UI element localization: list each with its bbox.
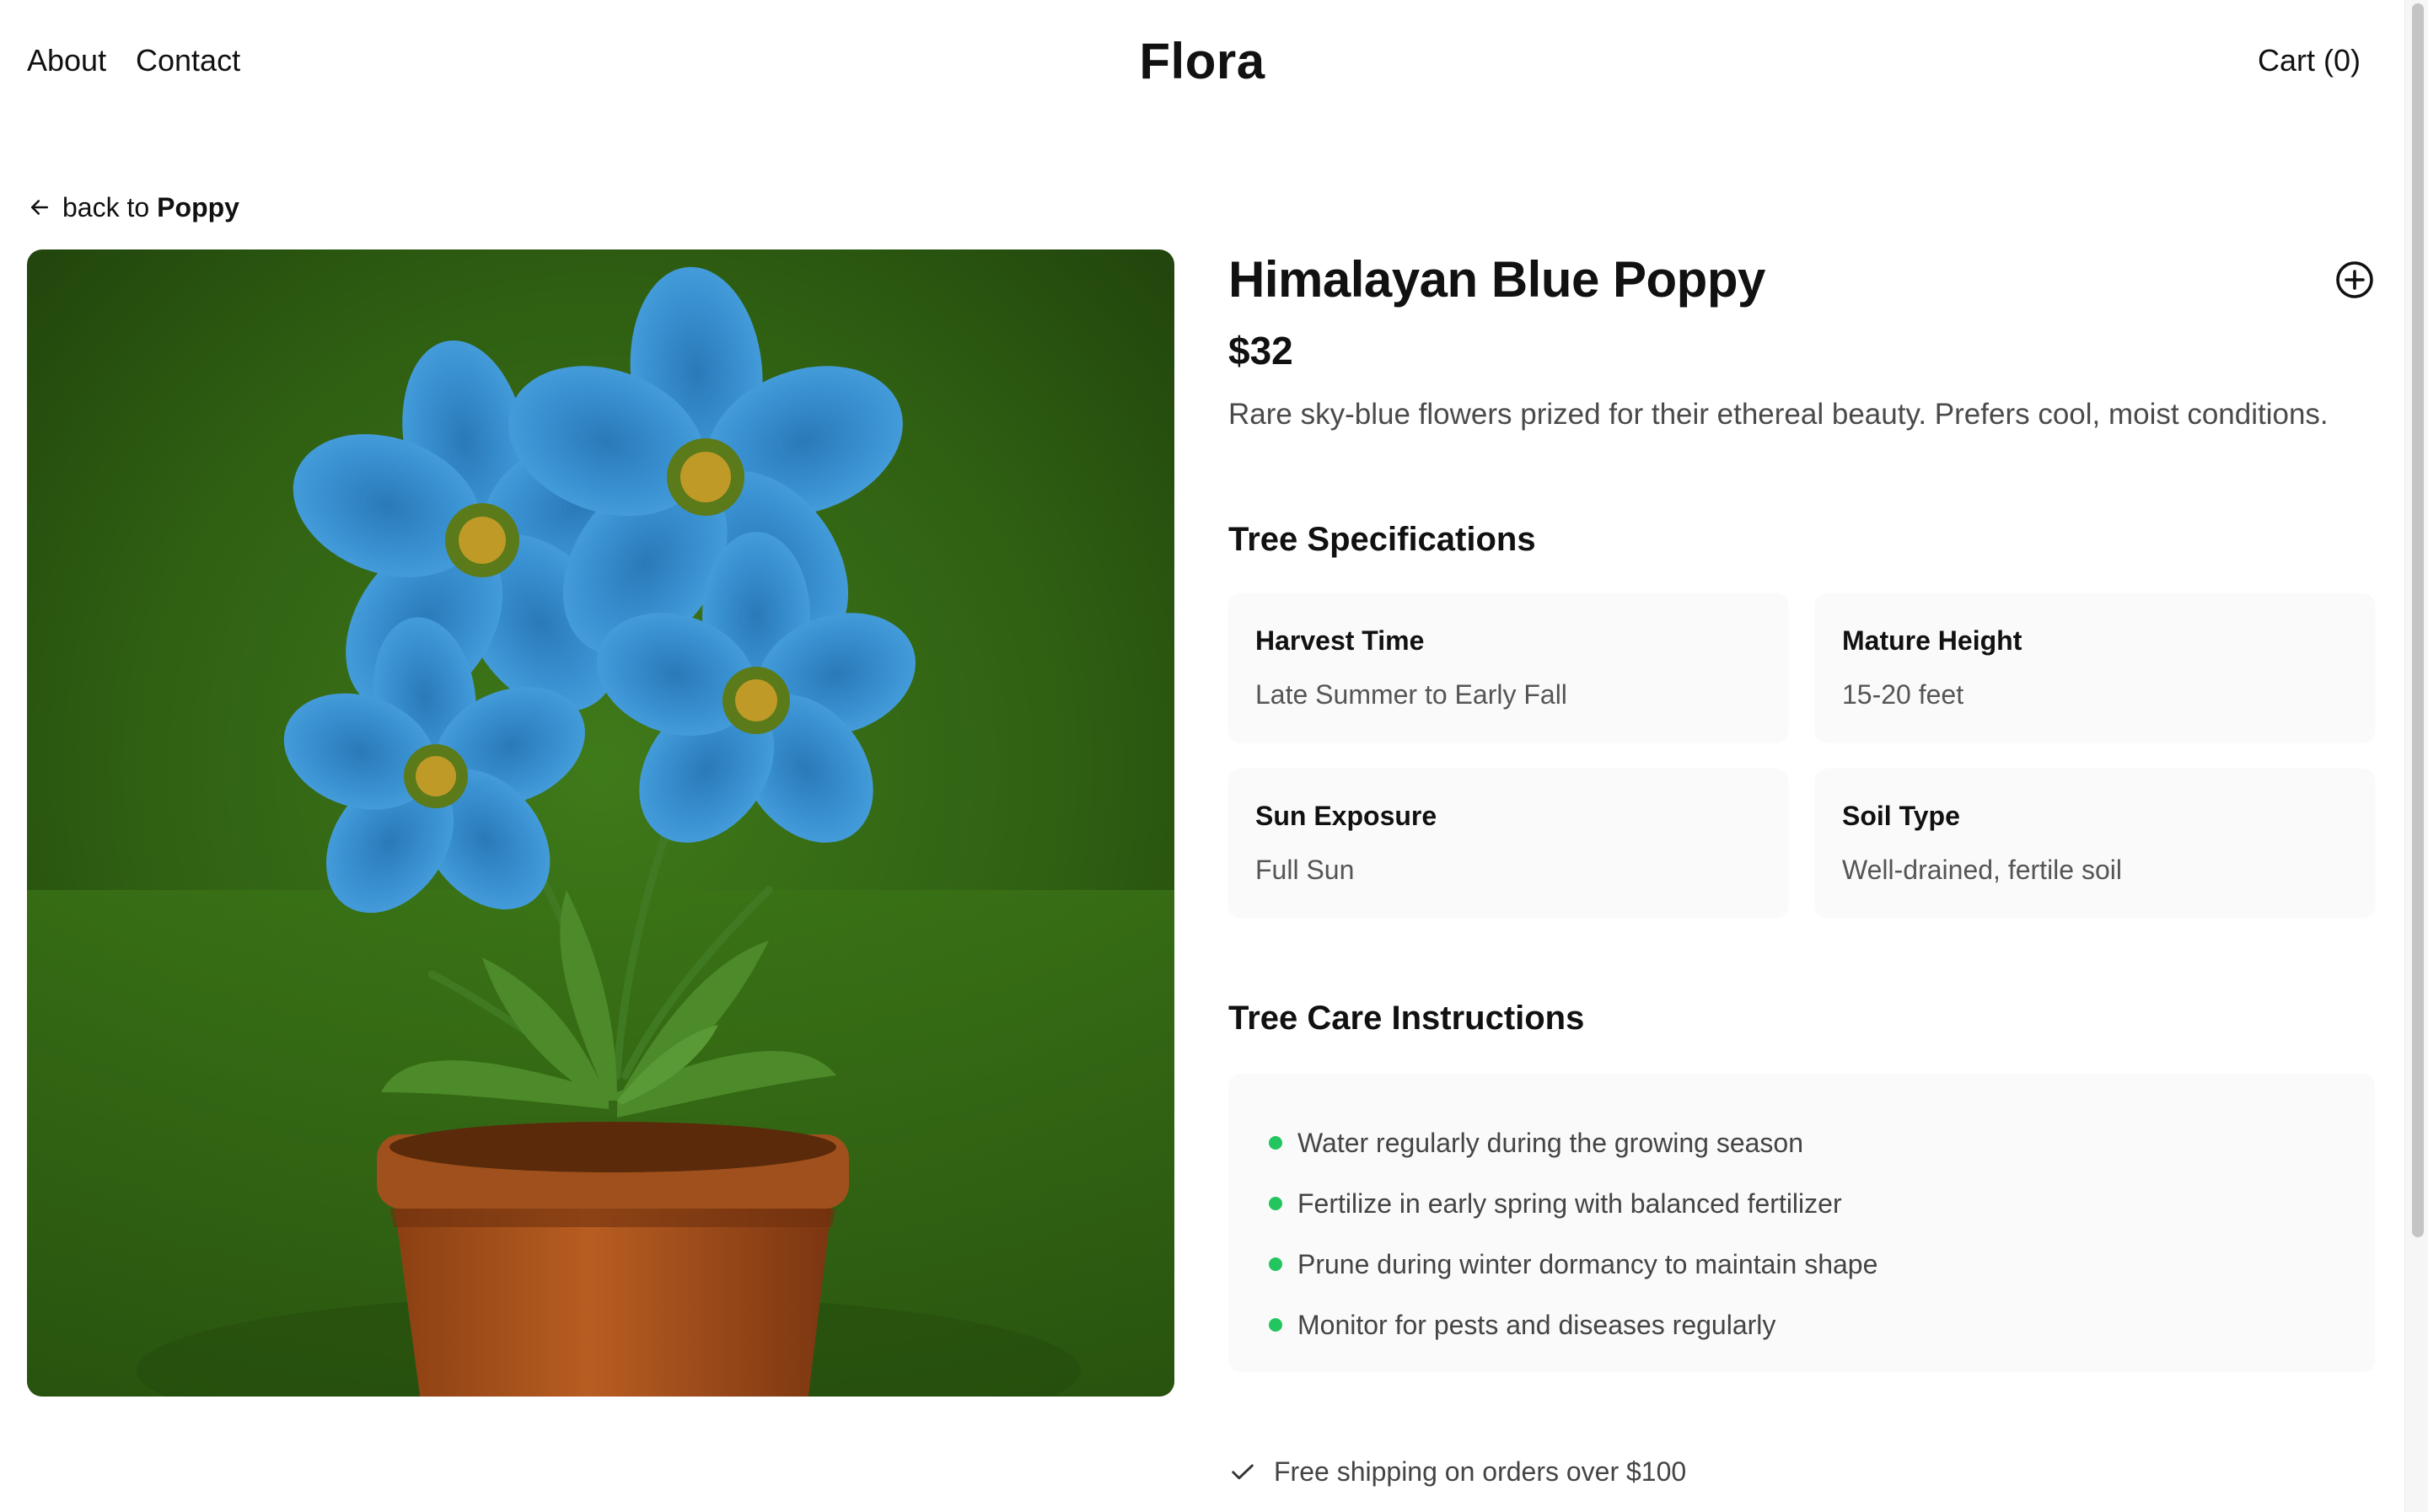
product-details: Himalayan Blue Poppy $32 Rare sky-blue f…	[1228, 249, 2375, 1487]
bullet-dot-icon	[1269, 1257, 1282, 1271]
spec-value: Late Summer to Early Fall	[1255, 679, 1567, 710]
list-item: Water regularly during the growing seaso…	[1269, 1113, 2334, 1173]
product-photo	[27, 249, 1174, 1397]
back-link[interactable]: back to Poppy	[27, 187, 239, 228]
back-link-prefix: back to	[62, 191, 150, 223]
nav-contact-link[interactable]: Contact	[136, 40, 240, 81]
spec-value: Well-drained, fertile soil	[1842, 855, 2122, 885]
shipping-text: Free shipping on orders over $100	[1274, 1456, 1687, 1487]
spec-label: Soil Type	[1842, 801, 1960, 831]
product-title: Himalayan Blue Poppy	[1228, 251, 1765, 308]
product-description: Rare sky-blue flowers prized for their e…	[1228, 398, 2329, 431]
arrow-left-icon	[31, 200, 48, 215]
care-item-text: Fertilize in early spring with balanced …	[1297, 1188, 1842, 1219]
spec-label: Mature Height	[1842, 625, 2022, 656]
spec-card-soil-type: Soil Type Well-drained, fertile soil	[1815, 769, 2375, 917]
bullet-dot-icon	[1269, 1197, 1282, 1210]
spec-card-harvest-time: Harvest Time Late Summer to Early Fall	[1228, 593, 1788, 742]
shipping-note: Free shipping on orders over $100	[1228, 1451, 1686, 1492]
product-image	[27, 249, 1174, 1397]
specifications-heading: Tree Specifications	[1228, 521, 1536, 558]
spec-label: Sun Exposure	[1255, 801, 1437, 831]
spec-label: Harvest Time	[1255, 625, 1425, 656]
specifications-grid: Harvest Time Late Summer to Early Fall M…	[1228, 593, 2375, 917]
bullet-dot-icon	[1269, 1136, 1282, 1150]
bullet-dot-icon	[1269, 1318, 1282, 1332]
plus-circle-icon	[2336, 261, 2373, 298]
care-item-text: Monitor for pests and diseases regularly	[1297, 1309, 1776, 1340]
back-link-target: Poppy	[157, 191, 239, 223]
care-instructions-list: Water regularly during the growing seaso…	[1228, 1074, 2375, 1372]
spec-value: 15-20 feet	[1842, 679, 1964, 710]
list-item: Fertilize in early spring with balanced …	[1269, 1173, 2334, 1234]
brand-logo: Flora	[1139, 33, 1265, 89]
list-item: Prune during winter dormancy to maintain…	[1269, 1234, 2334, 1295]
scrollbar-thumb[interactable]	[2412, 3, 2424, 1237]
nav-about-link[interactable]: About	[27, 40, 106, 81]
product-price: $32	[1228, 329, 1293, 373]
add-to-cart-button[interactable]	[2334, 260, 2375, 300]
list-item: Monitor for pests and diseases regularly	[1269, 1295, 2334, 1355]
cart-button[interactable]: Cart (0)	[2258, 40, 2361, 81]
site-header: About Contact Flora Cart (0)	[0, 0, 2404, 126]
care-item-text: Prune during winter dormancy to maintain…	[1297, 1248, 1878, 1279]
page-scrollbar[interactable]	[2404, 0, 2428, 1512]
check-icon	[1232, 1464, 1254, 1480]
spec-card-sun-exposure: Sun Exposure Full Sun	[1228, 769, 1788, 917]
care-item-text: Water regularly during the growing seaso…	[1297, 1127, 1804, 1158]
care-instructions-heading: Tree Care Instructions	[1228, 1000, 1585, 1037]
spec-card-mature-height: Mature Height 15-20 feet	[1815, 593, 2375, 742]
spec-value: Full Sun	[1255, 855, 1355, 885]
